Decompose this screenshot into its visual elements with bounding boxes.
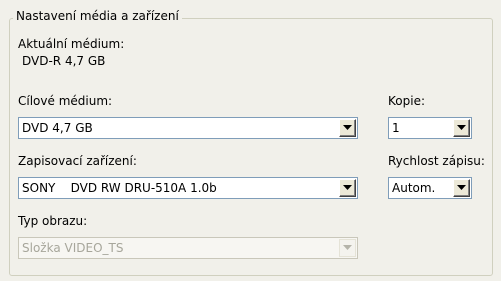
burner-value: SONY DVD RW DRU-510A 1.0b bbox=[22, 181, 217, 195]
copies-dropdown-button[interactable] bbox=[453, 119, 470, 137]
chevron-down-icon bbox=[457, 185, 466, 190]
write-speed-value: Autom. bbox=[392, 181, 436, 195]
image-type-select: Složka VIDEO_TS bbox=[18, 237, 358, 259]
write-speed-dropdown-button[interactable] bbox=[453, 179, 470, 197]
chevron-down-icon bbox=[343, 125, 352, 130]
target-medium-dropdown-button[interactable] bbox=[339, 119, 356, 137]
burner-select[interactable]: SONY DVD RW DRU-510A 1.0b bbox=[18, 177, 358, 199]
chevron-down-icon bbox=[343, 185, 352, 190]
current-medium-label: Aktuální médium: bbox=[18, 37, 125, 51]
current-medium-value: DVD-R 4,7 GB bbox=[22, 54, 106, 68]
group-title: Nastavení média a zařízení bbox=[13, 8, 182, 24]
write-speed-select[interactable]: Autom. bbox=[388, 177, 472, 199]
copies-label: Kopie: bbox=[388, 94, 425, 108]
target-medium-label: Cílové médium: bbox=[18, 94, 113, 108]
copies-value: 1 bbox=[392, 121, 400, 135]
target-medium-value: DVD 4,7 GB bbox=[22, 121, 93, 135]
chevron-down-icon bbox=[457, 125, 466, 130]
image-type-label: Typ obrazu: bbox=[18, 214, 88, 228]
image-type-dropdown-button bbox=[339, 239, 356, 257]
write-speed-label: Rychlost zápisu: bbox=[388, 154, 485, 168]
target-medium-select[interactable]: DVD 4,7 GB bbox=[18, 117, 358, 139]
chevron-down-icon bbox=[343, 245, 352, 250]
burner-dropdown-button[interactable] bbox=[339, 179, 356, 197]
copies-select[interactable]: 1 bbox=[388, 117, 472, 139]
image-type-value: Složka VIDEO_TS bbox=[22, 241, 124, 255]
burner-label: Zapisovací zařízení: bbox=[18, 154, 137, 168]
